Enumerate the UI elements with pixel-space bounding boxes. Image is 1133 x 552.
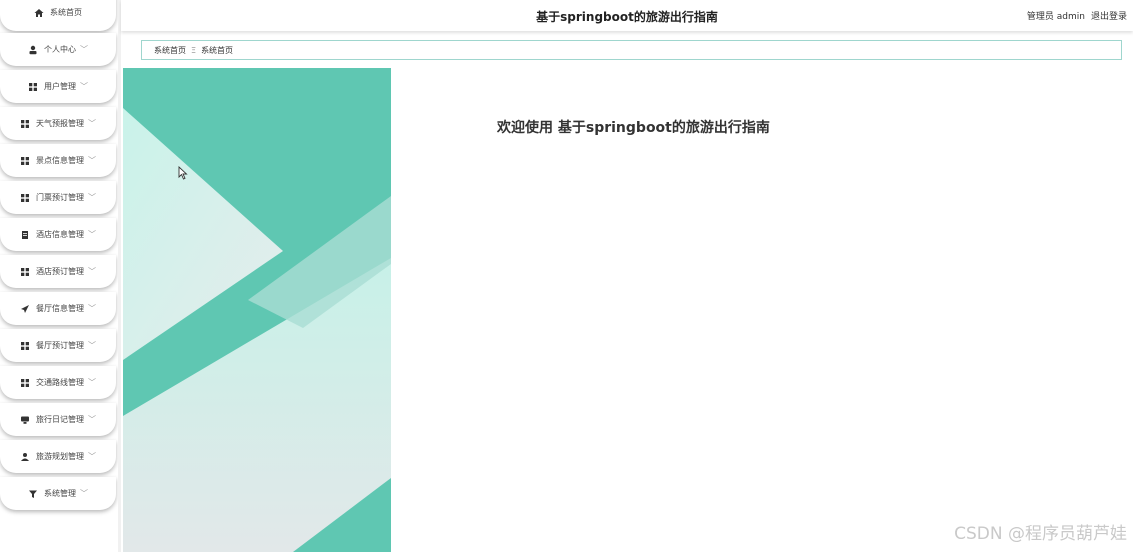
sidebar-item-restaurant-booking-management[interactable]: 餐厅预订管理 ﹀	[0, 329, 116, 362]
chevron-down-icon: ﹀	[80, 45, 88, 54]
sidebar-item-user-management[interactable]: 用户管理 ﹀	[0, 70, 116, 103]
sidebar-item-scenic-management[interactable]: 景点信息管理 ﹀	[0, 144, 116, 177]
mouse-cursor-icon	[178, 165, 188, 184]
sidebar-item-personal-center[interactable]: 个人中心 ﹀	[0, 33, 116, 66]
sidebar-item-label: 系统管理	[44, 489, 76, 498]
geometric-banner-graphic	[123, 68, 391, 552]
chevron-down-icon: ﹀	[88, 341, 96, 350]
sidebar-item-label: 旅游规划管理	[36, 452, 84, 461]
chevron-down-icon: ﹀	[88, 304, 96, 313]
chevron-down-icon: ﹀	[88, 230, 96, 239]
sidebar-menu: 系统首页 个人中心 ﹀ 用户管理 ﹀ 天气预报管理 ﹀ 景点信息管理 ﹀ 门票预…	[0, 0, 118, 552]
grid-icon	[20, 267, 30, 277]
sidebar-item-ticket-management[interactable]: 门票预订管理 ﹀	[0, 181, 116, 214]
sidebar-item-travel-plan-management[interactable]: 旅游规划管理 ﹀	[0, 440, 116, 473]
top-header: 基于springboot的旅游出行指南 管理员 admin 退出登录	[121, 0, 1133, 31]
site-title: 基于springboot的旅游出行指南	[536, 10, 718, 24]
document-icon	[20, 230, 30, 240]
sidebar-divider	[118, 0, 121, 552]
sidebar-item-label: 餐厅预订管理	[36, 341, 84, 350]
breadcrumb-separator: Ξ	[191, 45, 197, 55]
sidebar-item-label: 门票预订管理	[36, 193, 84, 202]
chevron-down-icon: ﹀	[80, 489, 88, 498]
chevron-down-icon: ﹀	[88, 267, 96, 276]
monitor-icon	[20, 415, 30, 425]
sidebar-item-hotel-info-management[interactable]: 酒店信息管理 ﹀	[0, 218, 116, 251]
person-plan-icon	[20, 452, 30, 462]
sidebar-item-label: 系统首页	[50, 8, 82, 17]
sidebar-item-system-management[interactable]: 系统管理 ﹀	[0, 477, 116, 510]
grid-icon	[20, 193, 30, 203]
sidebar-item-home[interactable]: 系统首页	[0, 0, 116, 31]
chevron-down-icon: ﹀	[88, 119, 96, 128]
sidebar-item-restaurant-info-management[interactable]: 餐厅信息管理 ﹀	[0, 292, 116, 325]
grid-icon	[28, 82, 38, 92]
watermark: CSDN @程序员葫芦娃	[954, 524, 1127, 544]
grid-icon	[20, 341, 30, 351]
sidebar-item-label: 旅行日记管理	[36, 415, 84, 424]
chevron-down-icon: ﹀	[88, 452, 96, 461]
user-area: 管理员 admin 退出登录	[1027, 9, 1127, 22]
chevron-down-icon: ﹀	[88, 156, 96, 165]
breadcrumb-item-home[interactable]: 系统首页	[154, 45, 186, 56]
person-icon	[28, 45, 38, 55]
breadcrumb: 系统首页 Ξ 系统首页	[141, 40, 1122, 60]
chevron-down-icon: ﹀	[88, 378, 96, 387]
send-icon	[20, 304, 30, 314]
sidebar-item-label: 酒店预订管理	[36, 267, 84, 276]
sidebar-item-label: 交通路线管理	[36, 378, 84, 387]
grid-icon	[20, 156, 30, 166]
sidebar-item-label: 个人中心	[44, 45, 76, 54]
sidebar-item-label: 用户管理	[44, 82, 76, 91]
user-label: 管理员 admin	[1026, 12, 1085, 22]
sidebar-item-travel-diary-management[interactable]: 旅行日记管理 ﹀	[0, 403, 116, 436]
funnel-icon	[28, 489, 38, 499]
sidebar-item-label: 餐厅信息管理	[36, 304, 84, 313]
chevron-down-icon: ﹀	[88, 415, 96, 424]
sidebar-item-hotel-booking-management[interactable]: 酒店预订管理 ﹀	[0, 255, 116, 288]
home-icon	[34, 8, 44, 18]
sidebar-item-label: 天气预报管理	[36, 119, 84, 128]
grid-icon	[20, 119, 30, 129]
chevron-down-icon: ﹀	[88, 193, 96, 202]
breadcrumb-item-current: 系统首页	[201, 45, 234, 55]
decorative-banner-image	[123, 68, 391, 552]
sidebar-item-label: 酒店信息管理	[36, 230, 84, 239]
logout-link[interactable]: 退出登录	[1091, 9, 1127, 22]
sidebar-item-weather-management[interactable]: 天气预报管理 ﹀	[0, 107, 116, 140]
sidebar-item-label: 景点信息管理	[36, 156, 84, 165]
app-window: 系统首页 个人中心 ﹀ 用户管理 ﹀ 天气预报管理 ﹀ 景点信息管理 ﹀ 门票预…	[0, 0, 1133, 552]
grid-icon	[20, 378, 30, 388]
chevron-down-icon: ﹀	[80, 82, 88, 91]
sidebar-item-traffic-route-management[interactable]: 交通路线管理 ﹀	[0, 366, 116, 399]
welcome-message: 欢迎使用 基于springboot的旅游出行指南	[497, 120, 770, 136]
